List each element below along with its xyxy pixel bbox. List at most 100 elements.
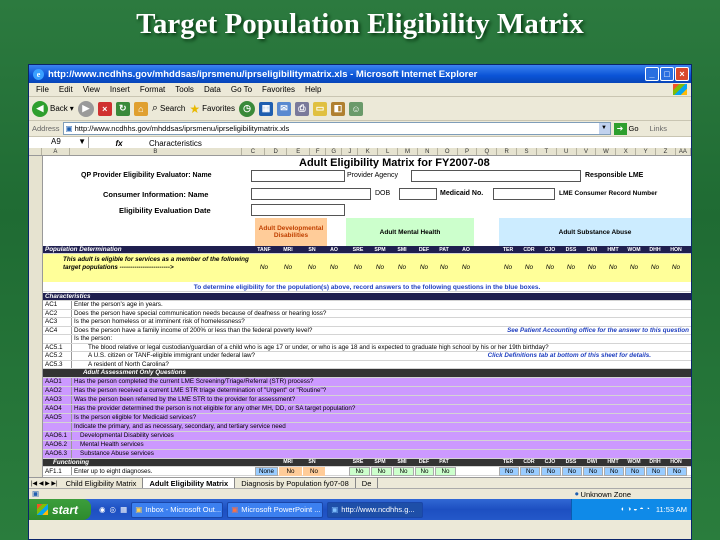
refresh-icon[interactable]: ↻: [115, 101, 130, 116]
tray-icons[interactable]: ◐ ◑ ◒ ◓ ◔: [621, 506, 650, 513]
table-row[interactable]: Indicate the primary, and as necessary, …: [43, 422, 691, 432]
home-icon[interactable]: ⌂: [133, 101, 148, 116]
provider-agency-field[interactable]: [411, 170, 581, 182]
col-n[interactable]: N: [418, 148, 438, 155]
table-row[interactable]: AC5.2 A U.S. citizen or TANF-eligible imm…: [43, 352, 691, 361]
table-row[interactable]: AAO3 Was the person been referred by the …: [43, 395, 691, 405]
print-icon[interactable]: ⎙: [295, 101, 310, 116]
table-row[interactable]: Is the person:: [43, 335, 691, 344]
quicklaunch-ie-icon[interactable]: ◉: [99, 505, 106, 514]
col-r[interactable]: R: [497, 148, 518, 155]
close-icon[interactable]: ×: [675, 67, 689, 81]
table-row[interactable]: AAO6.3 Substance Abuse services: [43, 449, 691, 459]
menu-help[interactable]: Help: [300, 85, 326, 94]
menu-insert[interactable]: Insert: [105, 85, 135, 94]
col-s[interactable]: S: [517, 148, 537, 155]
table-row[interactable]: AC4 Does the person have a family income …: [43, 326, 691, 335]
dob-field[interactable]: [399, 188, 437, 200]
qp-name-field[interactable]: [251, 170, 345, 182]
start-button[interactable]: start: [29, 499, 91, 520]
table-row[interactable]: AAO6.1 Developmental Disability services: [43, 431, 691, 441]
col-g[interactable]: G: [326, 148, 343, 155]
col-aa[interactable]: AA: [676, 148, 691, 155]
favorites-button[interactable]: ★ Favorites: [189, 102, 235, 116]
abbr-hon: HON: [670, 247, 682, 253]
table-row[interactable]: AAO6.2 Mental Health services: [43, 440, 691, 450]
table-row[interactable]: AC3 Is the person homeless or at imminent…: [43, 318, 691, 327]
table-row[interactable]: AC5.1 The blood relative or legal custodi…: [43, 343, 691, 352]
col-v[interactable]: V: [577, 148, 597, 155]
col-d[interactable]: D: [265, 148, 288, 155]
col-j[interactable]: J: [342, 148, 359, 155]
menu-format[interactable]: Format: [135, 85, 170, 94]
col-e[interactable]: E: [287, 148, 311, 155]
mail-icon[interactable]: ✉: [277, 101, 292, 116]
menu-tools[interactable]: Tools: [170, 85, 199, 94]
formula-input[interactable]: Characteristics: [149, 139, 202, 148]
menu-favorites[interactable]: Favorites: [257, 85, 300, 94]
table-row[interactable]: AAO2 Has the person received a current LM…: [43, 386, 691, 396]
stop-icon[interactable]: ×: [97, 101, 112, 116]
eval-date-field[interactable]: [251, 204, 345, 216]
messenger-icon[interactable]: ☺: [349, 101, 364, 116]
menu-data[interactable]: Data: [199, 85, 226, 94]
eval-date-label: Eligibility Evaluation Date: [119, 206, 211, 215]
back-button[interactable]: ◀ Back ▾: [32, 100, 74, 117]
medicaid-field[interactable]: [493, 188, 555, 200]
table-row[interactable]: AC2 Does the person have special communic…: [43, 309, 691, 318]
table-row[interactable]: AAO5 Is the person eligible for Medicaid …: [43, 413, 691, 423]
menu-edit[interactable]: Edit: [54, 85, 78, 94]
table-row[interactable]: AC5.3 A resident of North Carolina?: [43, 360, 691, 369]
definitions-note[interactable]: Click Definitions tab at bottom of this …: [488, 352, 651, 359]
col-u[interactable]: U: [557, 148, 577, 155]
abbr-smi: SMI: [397, 247, 407, 253]
col-o[interactable]: O: [438, 148, 458, 155]
window-titlebar[interactable]: e http://www.ncdhhs.gov/mhddsas/iprsmenu…: [29, 65, 691, 83]
quicklaunch-outlook-icon[interactable]: ◎: [110, 505, 117, 514]
maximize-icon[interactable]: □: [660, 67, 674, 81]
col-z[interactable]: Z: [656, 148, 676, 155]
minimize-icon[interactable]: _: [645, 67, 659, 81]
task-powerpoint[interactable]: ▣ Microsoft PowerPoint ...: [227, 501, 324, 518]
col-m[interactable]: M: [398, 148, 418, 155]
tab-child-eligibility[interactable]: Child Eligibility Matrix: [59, 477, 144, 489]
folder-icon[interactable]: ▭: [313, 101, 328, 116]
col-a[interactable]: A: [42, 148, 70, 155]
history-icon[interactable]: ◷: [239, 100, 256, 117]
tab-adult-eligibility[interactable]: Adult Eligibility Matrix: [143, 477, 236, 489]
table-row[interactable]: AAO4 Has the provider determined the pers…: [43, 404, 691, 414]
col-w[interactable]: W: [596, 148, 617, 155]
col-t[interactable]: T: [537, 148, 557, 155]
tab-de[interactable]: De: [355, 477, 379, 489]
col-f[interactable]: F: [310, 148, 327, 155]
menu-view[interactable]: View: [78, 85, 105, 94]
col-x[interactable]: X: [616, 148, 637, 155]
col-k[interactable]: K: [358, 148, 379, 155]
diagnosis-none-cell[interactable]: None: [255, 467, 278, 476]
task-inbox[interactable]: ▣ Inbox - Microsoft Out...: [131, 501, 224, 518]
address-input[interactable]: ▣ http://www.ncdhhs.gov/mhddsas/iprsmenu…: [62, 122, 611, 135]
search-button[interactable]: ⌕ Search: [152, 102, 186, 115]
col-l[interactable]: L: [378, 148, 399, 155]
tab-nav-first-icon[interactable]: |◀ ◀ ▶ ▶|: [29, 480, 60, 487]
consumer-name-field[interactable]: [251, 188, 371, 200]
col-p[interactable]: P: [458, 148, 478, 155]
address-label: Address: [32, 124, 60, 133]
media-icon[interactable]: ▦: [259, 101, 274, 116]
chevron-down-icon[interactable]: ▼: [598, 123, 610, 134]
col-q[interactable]: Q: [477, 148, 498, 155]
table-row[interactable]: AC1 Enter the person's age in years.: [43, 301, 691, 310]
col-y[interactable]: Y: [636, 148, 657, 155]
links-button[interactable]: Links: [650, 124, 668, 133]
research-icon[interactable]: ◧: [331, 101, 346, 116]
quicklaunch-desktop-icon[interactable]: ▦: [120, 505, 127, 514]
menu-goto[interactable]: Go To: [226, 85, 257, 94]
col-c[interactable]: C: [242, 148, 265, 155]
task-browser[interactable]: ▣ http://www.ncdhhs.g...: [327, 501, 424, 518]
menu-file[interactable]: File: [31, 85, 54, 94]
forward-button[interactable]: ▶: [77, 100, 94, 117]
col-b[interactable]: B: [70, 148, 243, 155]
table-row[interactable]: AAO1 Has the person completed the current…: [43, 377, 691, 387]
tab-diagnosis[interactable]: Diagnosis by Population fy07-08: [235, 477, 356, 489]
go-button[interactable]: ➜ Go: [613, 122, 639, 135]
